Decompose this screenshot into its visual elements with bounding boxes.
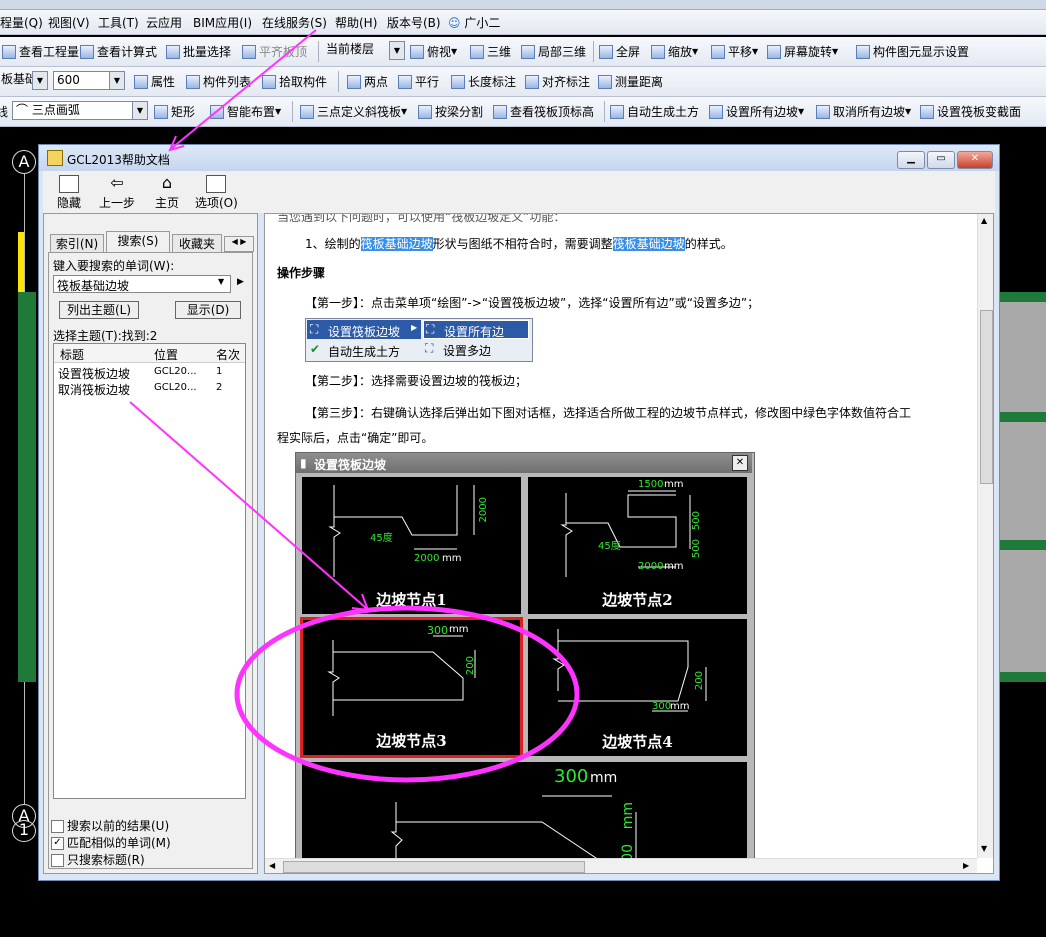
annotation-arrow-node (129, 401, 367, 609)
annotation-overlay (129, 29, 580, 783)
annotation-arrow-help (171, 29, 317, 149)
annotation-circle (234, 605, 580, 783)
